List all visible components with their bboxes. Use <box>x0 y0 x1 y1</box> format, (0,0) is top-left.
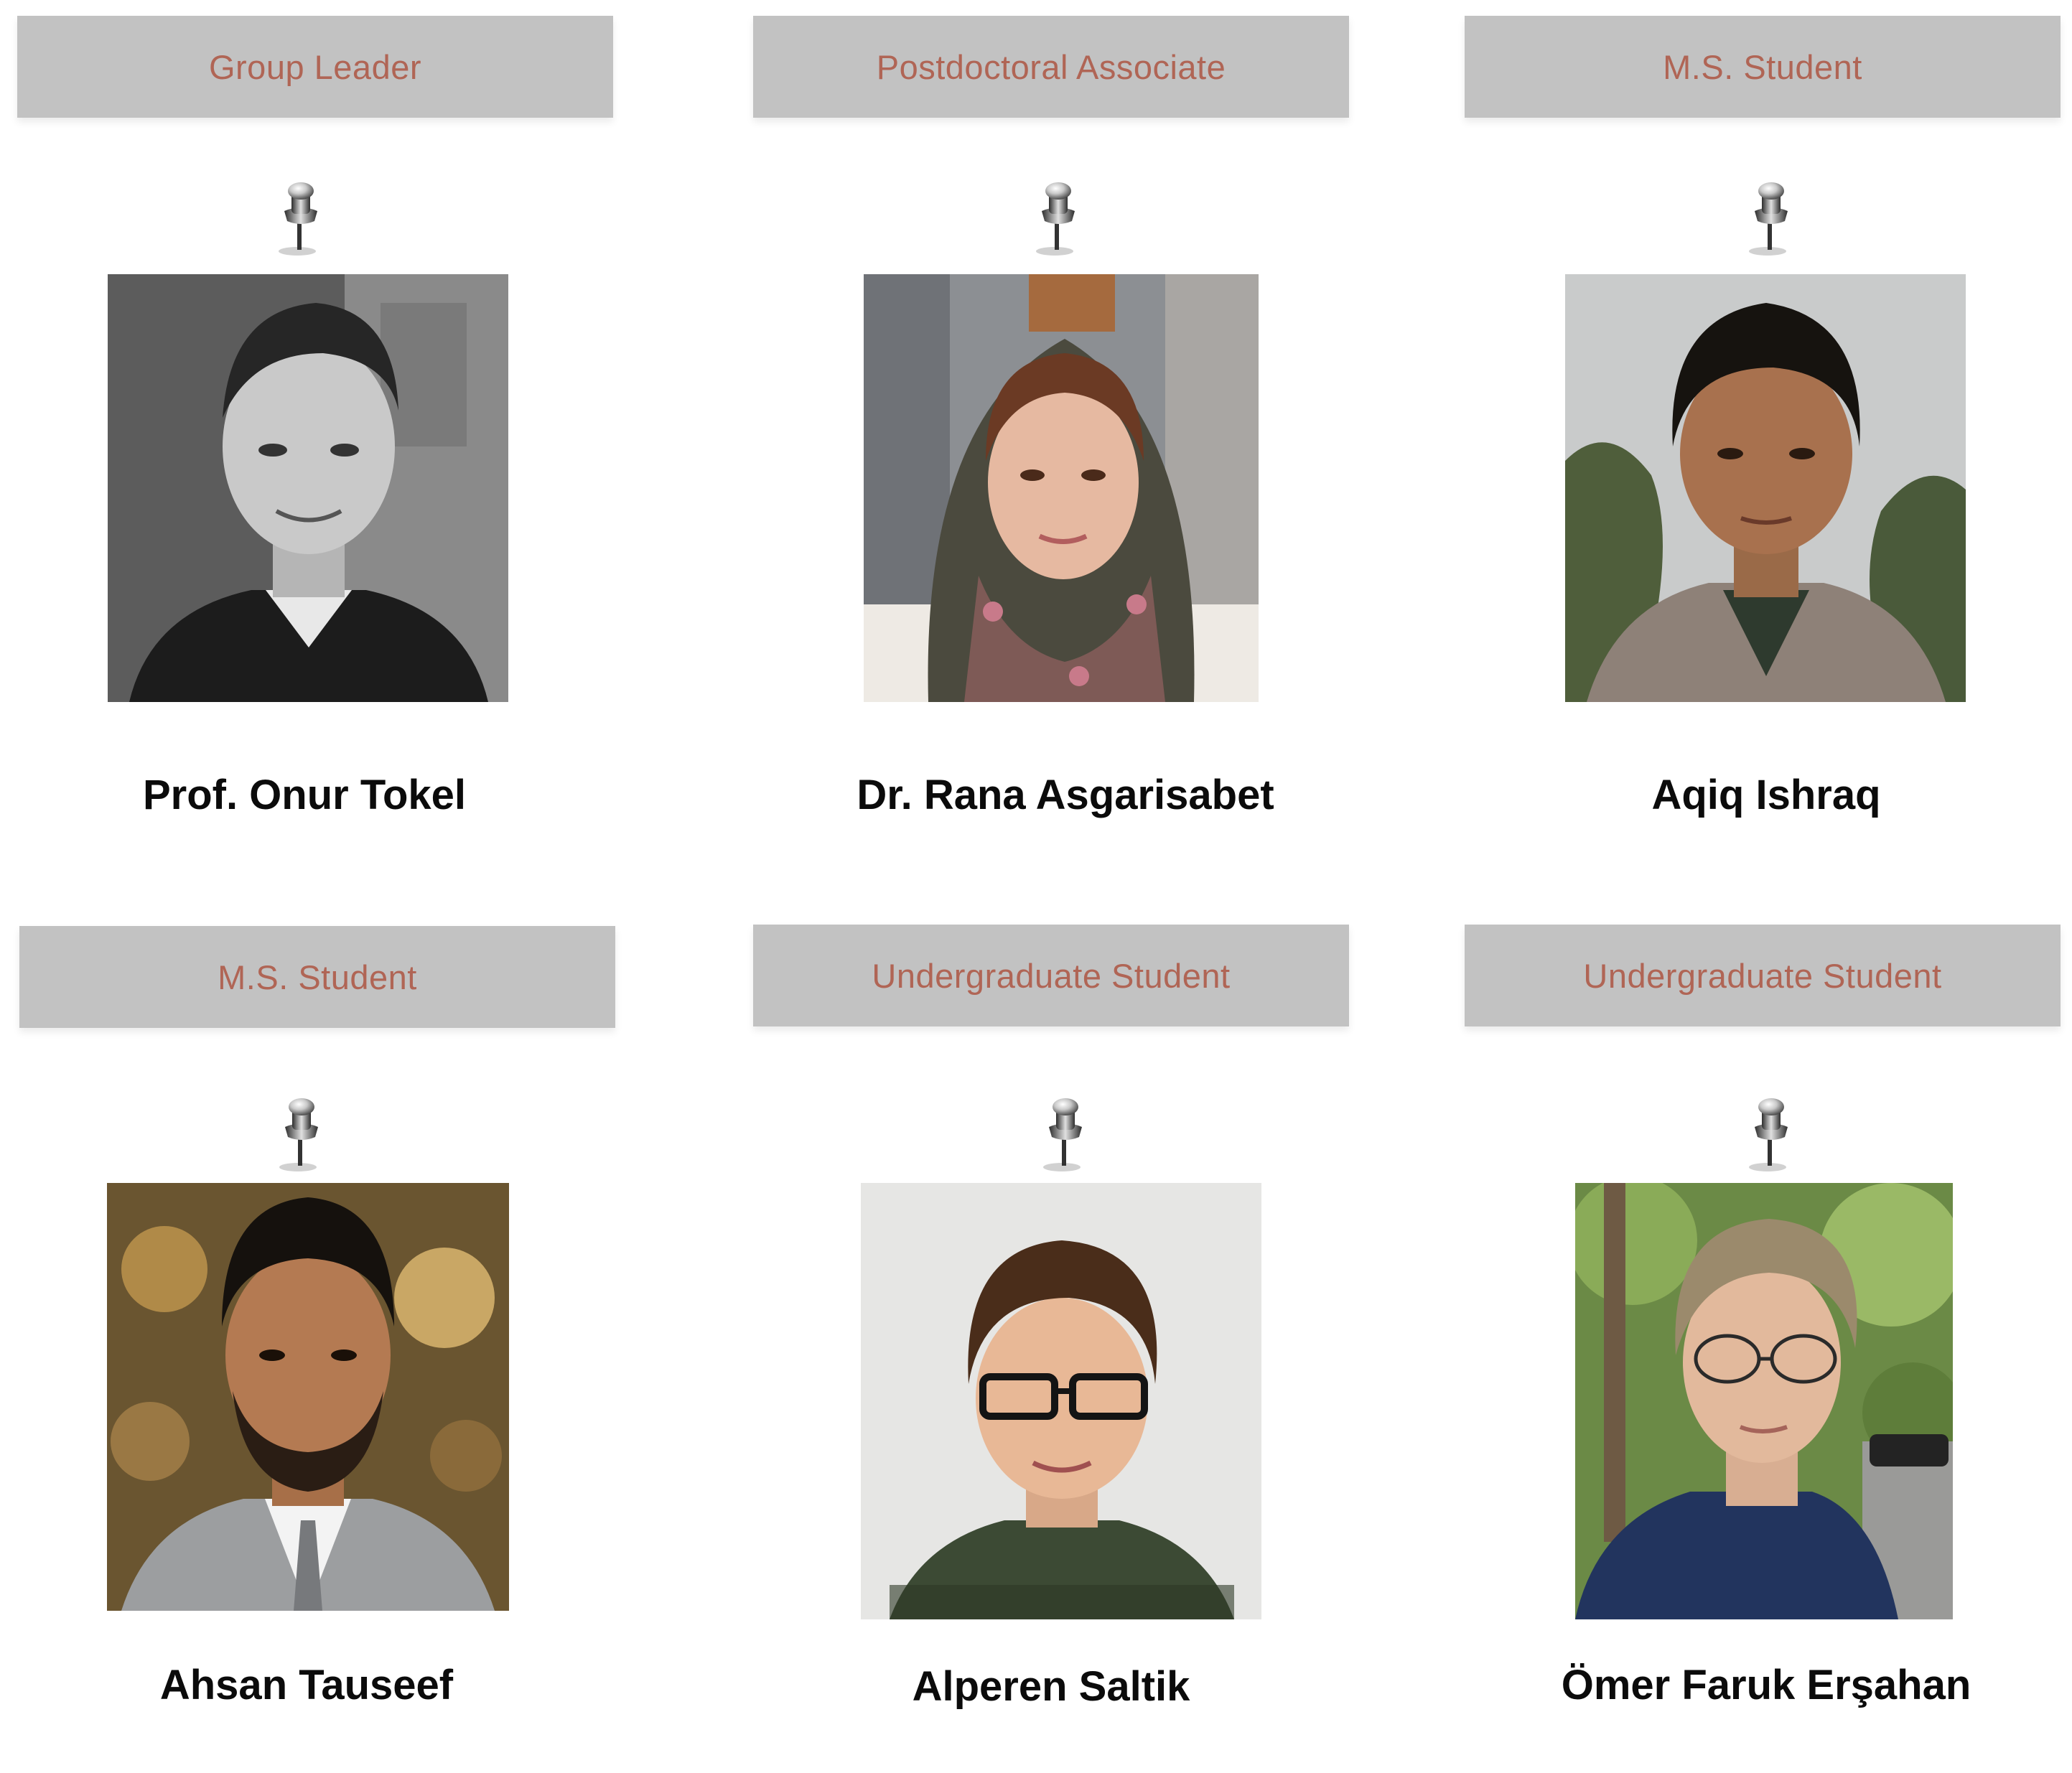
role-banner: Undergraduate Student <box>1465 925 2061 1026</box>
pushpin-icon <box>1033 179 1083 258</box>
member-name: Aqiq Ishraq <box>1651 772 1881 818</box>
profile-photo <box>1565 274 1966 702</box>
role-banner: M.S. Student <box>19 926 615 1028</box>
member-card: Group Leader Prof. Onur Tokel <box>17 16 613 863</box>
role-label: M.S. Student <box>1663 47 1862 86</box>
role-label: Undergraduate Student <box>1583 956 1942 995</box>
member-card: Undergraduate Student Ömer Faruk Erşahan <box>1465 925 2061 1772</box>
profile-photo <box>861 1183 1261 1619</box>
member-name: Dr. Rana Asgarisabet <box>857 772 1274 818</box>
role-banner: Undergraduate Student <box>753 925 1349 1026</box>
profile-photo <box>108 274 508 702</box>
pushpin-icon <box>1746 179 1796 258</box>
member-name: Alperen Saltik <box>912 1663 1190 1710</box>
role-label: Undergraduate Student <box>872 956 1231 995</box>
role-banner: Postdoctoral Associate <box>753 16 1349 118</box>
profile-photo <box>1575 1183 1953 1619</box>
member-name: Ahsan Tauseef <box>159 1662 454 1708</box>
member-card: Postdoctoral Associate Dr. Rana Asgarisa… <box>753 16 1349 863</box>
pushpin-icon <box>276 1095 327 1174</box>
member-card: Undergraduate Student Alperen Saltik <box>753 925 1349 1772</box>
role-banner: Group Leader <box>17 16 613 118</box>
member-name: Ömer Faruk Erşahan <box>1561 1662 1971 1708</box>
pushpin-icon <box>276 179 326 258</box>
profile-photo <box>864 274 1259 702</box>
role-label: Group Leader <box>208 47 422 86</box>
role-label: M.S. Student <box>218 958 417 996</box>
role-banner: M.S. Student <box>1465 16 2061 118</box>
pushpin-icon <box>1040 1095 1091 1174</box>
pushpin-icon <box>1746 1095 1796 1174</box>
member-card: M.S. Student Aqiq Ishraq <box>1465 16 2061 863</box>
profile-photo <box>107 1183 509 1611</box>
member-card: M.S. Student Ahsan Tauseef <box>19 926 615 1773</box>
role-label: Postdoctoral Associate <box>876 47 1226 86</box>
member-name: Prof. Onur Tokel <box>142 772 467 818</box>
